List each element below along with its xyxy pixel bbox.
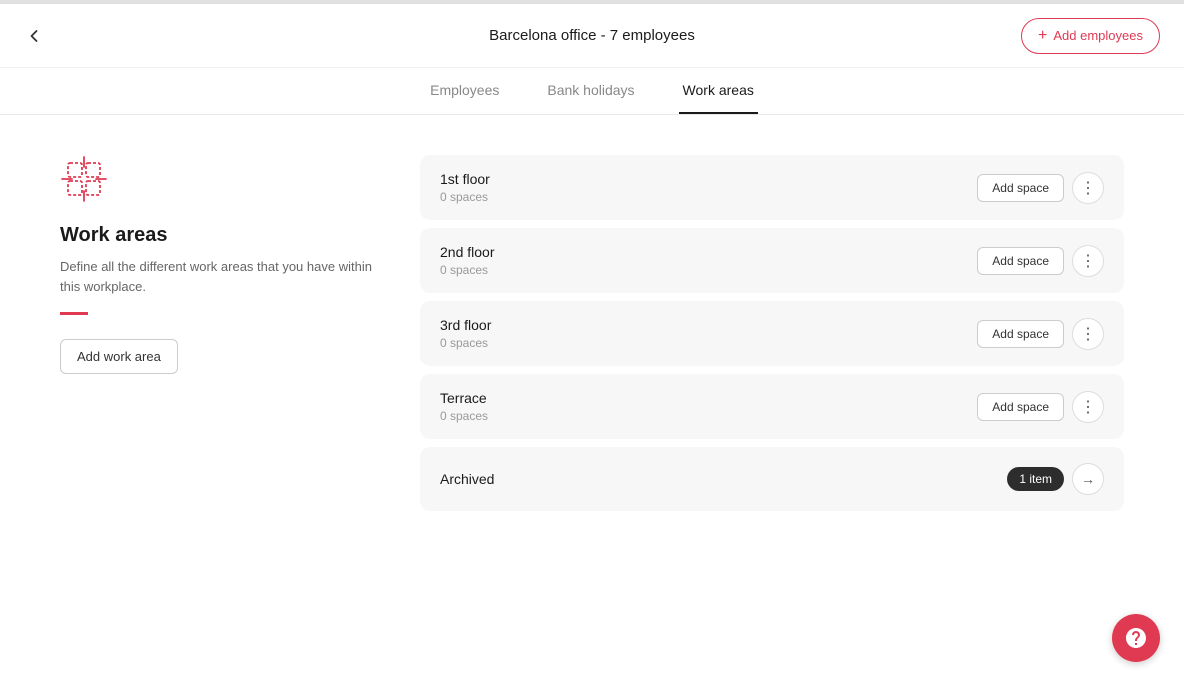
more-options-button-terrace[interactable]: ⋮ bbox=[1072, 391, 1104, 423]
work-area-name: Terrace bbox=[440, 390, 488, 406]
work-area-card-3rd-floor: 3rd floor 0 spaces Add space ⋮ bbox=[420, 301, 1124, 366]
work-area-spaces: 0 spaces bbox=[440, 409, 488, 423]
back-button[interactable] bbox=[24, 26, 44, 46]
work-area-spaces: 0 spaces bbox=[440, 263, 494, 277]
support-button[interactable] bbox=[1112, 614, 1160, 662]
work-area-info-2nd-floor: 2nd floor 0 spaces bbox=[440, 244, 494, 277]
add-space-button-2nd-floor[interactable]: Add space bbox=[977, 247, 1064, 275]
archived-badge: 1 item bbox=[1007, 467, 1064, 491]
work-area-card-terrace: Terrace 0 spaces Add space ⋮ bbox=[420, 374, 1124, 439]
more-options-button-2nd-floor[interactable]: ⋮ bbox=[1072, 245, 1104, 277]
main-content: Work areas Define all the different work… bbox=[0, 115, 1184, 684]
tabs-nav: Employees Bank holidays Work areas bbox=[0, 68, 1184, 115]
work-area-name: 3rd floor bbox=[440, 317, 491, 333]
work-areas-title: Work areas bbox=[60, 224, 380, 247]
work-area-spaces: 0 spaces bbox=[440, 190, 490, 204]
tab-work-areas[interactable]: Work areas bbox=[679, 68, 758, 114]
more-options-button-3rd-floor[interactable]: ⋮ bbox=[1072, 318, 1104, 350]
add-space-button-terrace[interactable]: Add space bbox=[977, 393, 1064, 421]
work-area-card-2nd-floor: 2nd floor 0 spaces Add space ⋮ bbox=[420, 228, 1124, 293]
work-area-actions-terrace: Add space ⋮ bbox=[977, 391, 1104, 423]
left-panel: Work areas Define all the different work… bbox=[60, 155, 380, 644]
tab-employees[interactable]: Employees bbox=[426, 68, 503, 114]
add-space-button-3rd-floor[interactable]: Add space bbox=[977, 320, 1064, 348]
work-areas-icon bbox=[60, 155, 108, 203]
archived-navigate-button[interactable]: → bbox=[1072, 463, 1104, 495]
page-title: Barcelona office - 7 employees bbox=[489, 27, 695, 44]
progress-bar-fill bbox=[0, 0, 1137, 4]
archived-card: Archived 1 item → bbox=[420, 447, 1124, 511]
right-panel: 1st floor 0 spaces Add space ⋮ 2nd floor… bbox=[420, 155, 1124, 644]
archived-label: Archived bbox=[440, 471, 494, 487]
work-area-actions-3rd-floor: Add space ⋮ bbox=[977, 318, 1104, 350]
progress-bar bbox=[0, 0, 1184, 4]
work-area-actions-2nd-floor: Add space ⋮ bbox=[977, 245, 1104, 277]
header: Barcelona office - 7 employees + Add emp… bbox=[0, 4, 1184, 68]
work-area-spaces: 0 spaces bbox=[440, 336, 491, 350]
add-space-button-1st-floor[interactable]: Add space bbox=[977, 174, 1064, 202]
support-icon bbox=[1124, 626, 1148, 650]
work-area-name: 1st floor bbox=[440, 171, 490, 187]
work-area-info-3rd-floor: 3rd floor 0 spaces bbox=[440, 317, 491, 350]
work-area-actions-1st-floor: Add space ⋮ bbox=[977, 172, 1104, 204]
work-area-card-1st-floor: 1st floor 0 spaces Add space ⋮ bbox=[420, 155, 1124, 220]
work-area-info-1st-floor: 1st floor 0 spaces bbox=[440, 171, 490, 204]
more-options-button-1st-floor[interactable]: ⋮ bbox=[1072, 172, 1104, 204]
red-divider bbox=[60, 312, 88, 315]
archived-actions: 1 item → bbox=[1007, 463, 1104, 495]
plus-icon: + bbox=[1038, 27, 1047, 45]
work-areas-description: Define all the different work areas that… bbox=[60, 257, 380, 296]
add-employees-button[interactable]: + Add employees bbox=[1021, 18, 1160, 54]
add-work-area-button[interactable]: Add work area bbox=[60, 339, 178, 374]
work-area-info-terrace: Terrace 0 spaces bbox=[440, 390, 488, 423]
work-area-name: 2nd floor bbox=[440, 244, 494, 260]
tab-bank-holidays[interactable]: Bank holidays bbox=[543, 68, 638, 114]
